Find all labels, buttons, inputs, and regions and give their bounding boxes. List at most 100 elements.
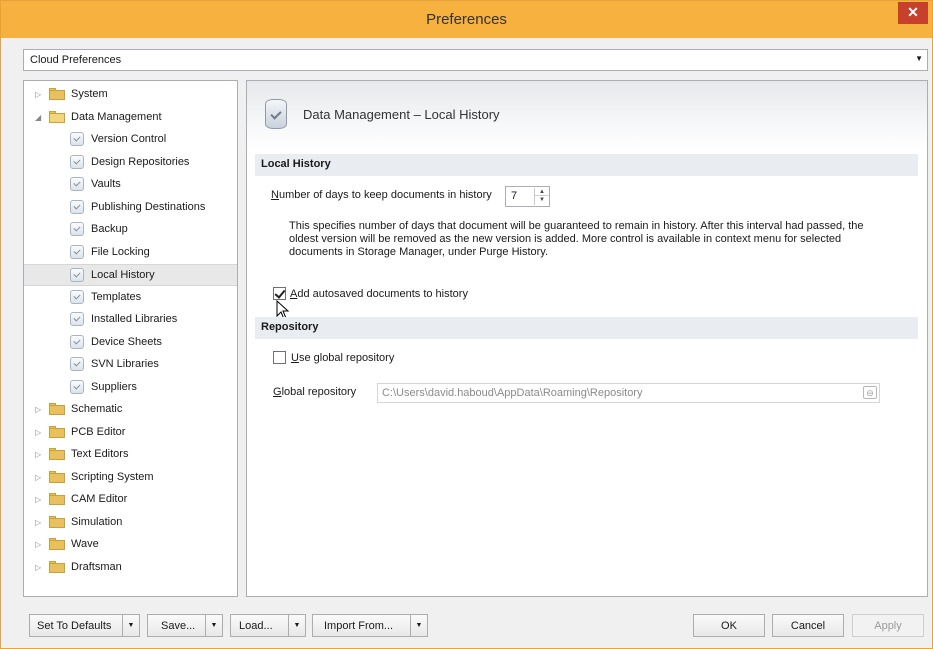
chevron-down-icon[interactable]: ▼: [122, 615, 139, 636]
global-repository-input[interactable]: C:\Users\david.haboud\AppData\Roaming\Re…: [377, 383, 880, 403]
collapsed-arrow-icon[interactable]: ▷: [35, 563, 45, 572]
days-label: Number of days to keep documents in hist…: [271, 189, 492, 201]
folder-icon: [49, 403, 65, 415]
collapsed-arrow-icon[interactable]: ▷: [35, 405, 45, 414]
tree-item-label: SVN Libraries: [91, 358, 159, 370]
page-check-icon: [70, 312, 84, 326]
ok-button[interactable]: OK: [693, 614, 765, 637]
tree-item-label: Schematic: [71, 403, 123, 415]
spin-down-icon[interactable]: ▼: [535, 196, 549, 204]
page-check-icon: [70, 289, 84, 304]
tree-item-pcb-editor[interactable]: ▷ PCB Editor: [24, 422, 237, 444]
collapsed-arrow-icon[interactable]: ▷: [35, 473, 45, 482]
tree-item-templates[interactable]: Templates: [24, 287, 237, 309]
tree-item-label: Device Sheets: [91, 335, 162, 348]
tree-item-label: File Locking: [91, 245, 150, 258]
global-repository-value: C:\Users\david.haboud\AppData\Roaming\Re…: [382, 387, 643, 399]
use-global-repository-checkbox[interactable]: [273, 351, 286, 364]
folder-icon: [49, 425, 65, 438]
tree-item-svn-libraries[interactable]: SVN Libraries: [24, 354, 237, 376]
tree-item-label: Templates: [91, 290, 142, 303]
tree-item-data-management[interactable]: ◢ Data Management: [24, 107, 237, 129]
tree-item-label: System: [71, 88, 108, 100]
collapsed-arrow-icon[interactable]: ▷: [35, 450, 45, 459]
tree-item-publishing-destinations[interactable]: Publishing Destinations: [24, 197, 237, 219]
page-check-icon: [70, 244, 84, 259]
import-from-button[interactable]: Import From... ▼: [312, 614, 428, 637]
tree-item-version-control[interactable]: Version Control: [24, 129, 237, 151]
days-description: This specifies number of days that docum…: [289, 220, 864, 258]
set-to-defaults-button[interactable]: Set To Defaults ▼: [29, 614, 140, 637]
panel-header: Data Management – Local History: [247, 81, 927, 151]
tree-item-label: Version Control: [91, 133, 167, 145]
spin-up-icon[interactable]: ▲: [535, 188, 549, 196]
apply-button[interactable]: Apply: [852, 614, 924, 637]
browse-folder-icon[interactable]: ⊖: [863, 386, 877, 399]
folder-icon: [49, 88, 65, 100]
collapsed-arrow-icon[interactable]: ▷: [35, 428, 45, 437]
tree-item-label: Suppliers: [91, 380, 137, 393]
tree-item-design-repositories[interactable]: Design Repositories: [24, 152, 237, 174]
tree-item-installed-libraries[interactable]: Installed Libraries: [24, 309, 237, 331]
tree-item-draftsman[interactable]: ▷ Draftsman: [24, 557, 237, 579]
tree-item-backup[interactable]: Backup: [24, 219, 237, 241]
chevron-down-icon[interactable]: ▼: [410, 615, 427, 636]
global-repository-label: Global repository: [273, 386, 357, 398]
database-icon: [265, 99, 287, 129]
tree-item-simulation[interactable]: ▷ Simulation: [24, 512, 237, 534]
tree-item-file-locking[interactable]: File Locking: [24, 242, 237, 264]
preferences-tree[interactable]: ▷ System ◢ Data Management Version Control De…: [23, 80, 238, 597]
tree-item-label: Data Management: [71, 110, 162, 123]
cancel-button[interactable]: Cancel: [772, 614, 844, 637]
collapsed-arrow-icon[interactable]: ▷: [35, 90, 45, 99]
tree-item-wave[interactable]: ▷ Wave: [24, 534, 237, 556]
page-check-icon: [70, 268, 84, 282]
tree-item-text-editors[interactable]: ▷ Text Editors: [24, 444, 237, 466]
load-button[interactable]: Load... ▼: [230, 614, 306, 637]
chevron-down-icon[interactable]: ▼: [205, 615, 222, 636]
days-value[interactable]: 7: [511, 190, 517, 202]
tree-item-device-sheets[interactable]: Device Sheets: [24, 332, 237, 354]
tree-item-label: Scripting System: [71, 470, 154, 483]
tree-item-scripting-system[interactable]: ▷ Scripting System: [24, 467, 237, 489]
use-global-repository-label[interactable]: Use global repository: [291, 352, 394, 364]
window-title: Preferences: [426, 11, 507, 28]
tree-item-label: Publishing Destinations: [91, 200, 206, 213]
page-check-icon: [70, 357, 84, 371]
tree-item-label: Simulation: [71, 515, 123, 528]
autosave-checkbox[interactable]: [273, 287, 286, 300]
tree-item-system[interactable]: ▷ System: [24, 84, 237, 106]
tree-item-cam-editor[interactable]: ▷ CAM Editor: [24, 489, 237, 511]
chevron-down-icon[interactable]: ▼: [288, 615, 305, 636]
save-button[interactable]: Save... ▼: [147, 614, 223, 637]
folder-icon: [49, 560, 65, 573]
title-bar[interactable]: Preferences ✕: [1, 1, 932, 38]
cloud-preferences-value: Cloud Preferences: [30, 54, 122, 66]
tree-item-schematic[interactable]: ▷ Schematic: [24, 399, 237, 421]
tree-item-local-history[interactable]: Local History: [24, 264, 237, 286]
chevron-down-icon: ▼: [915, 54, 923, 63]
tree-item-label: CAM Editor: [71, 493, 128, 505]
tree-item-suppliers[interactable]: Suppliers: [24, 377, 237, 399]
panel-title: Data Management – Local History: [303, 107, 500, 122]
tree-item-label: Design Repositories: [91, 155, 190, 168]
tree-item-label: Local History: [91, 269, 155, 281]
folder-open-icon: [49, 110, 65, 123]
section-local-history: Local History: [255, 154, 918, 176]
tree-item-label: Wave: [71, 538, 99, 550]
tree-item-vaults[interactable]: Vaults: [24, 174, 237, 196]
collapsed-arrow-icon[interactable]: ▷: [35, 540, 45, 549]
cloud-preferences-select[interactable]: Cloud Preferences ▼: [23, 49, 928, 71]
page-check-icon: [70, 199, 84, 214]
tree-item-label: Text Editors: [71, 448, 129, 460]
collapsed-arrow-icon[interactable]: ▷: [35, 518, 45, 527]
folder-icon: [49, 470, 65, 483]
collapsed-arrow-icon[interactable]: ▷: [35, 495, 45, 504]
expanded-arrow-icon[interactable]: ◢: [35, 113, 45, 122]
page-check-icon: [70, 222, 84, 236]
folder-icon: [49, 515, 65, 528]
days-stepper[interactable]: 7 ▲ ▼: [505, 186, 550, 207]
section-title: Local History: [261, 158, 331, 170]
autosave-label[interactable]: Add autosaved documents to history: [290, 288, 468, 300]
close-icon[interactable]: ✕: [898, 2, 928, 24]
